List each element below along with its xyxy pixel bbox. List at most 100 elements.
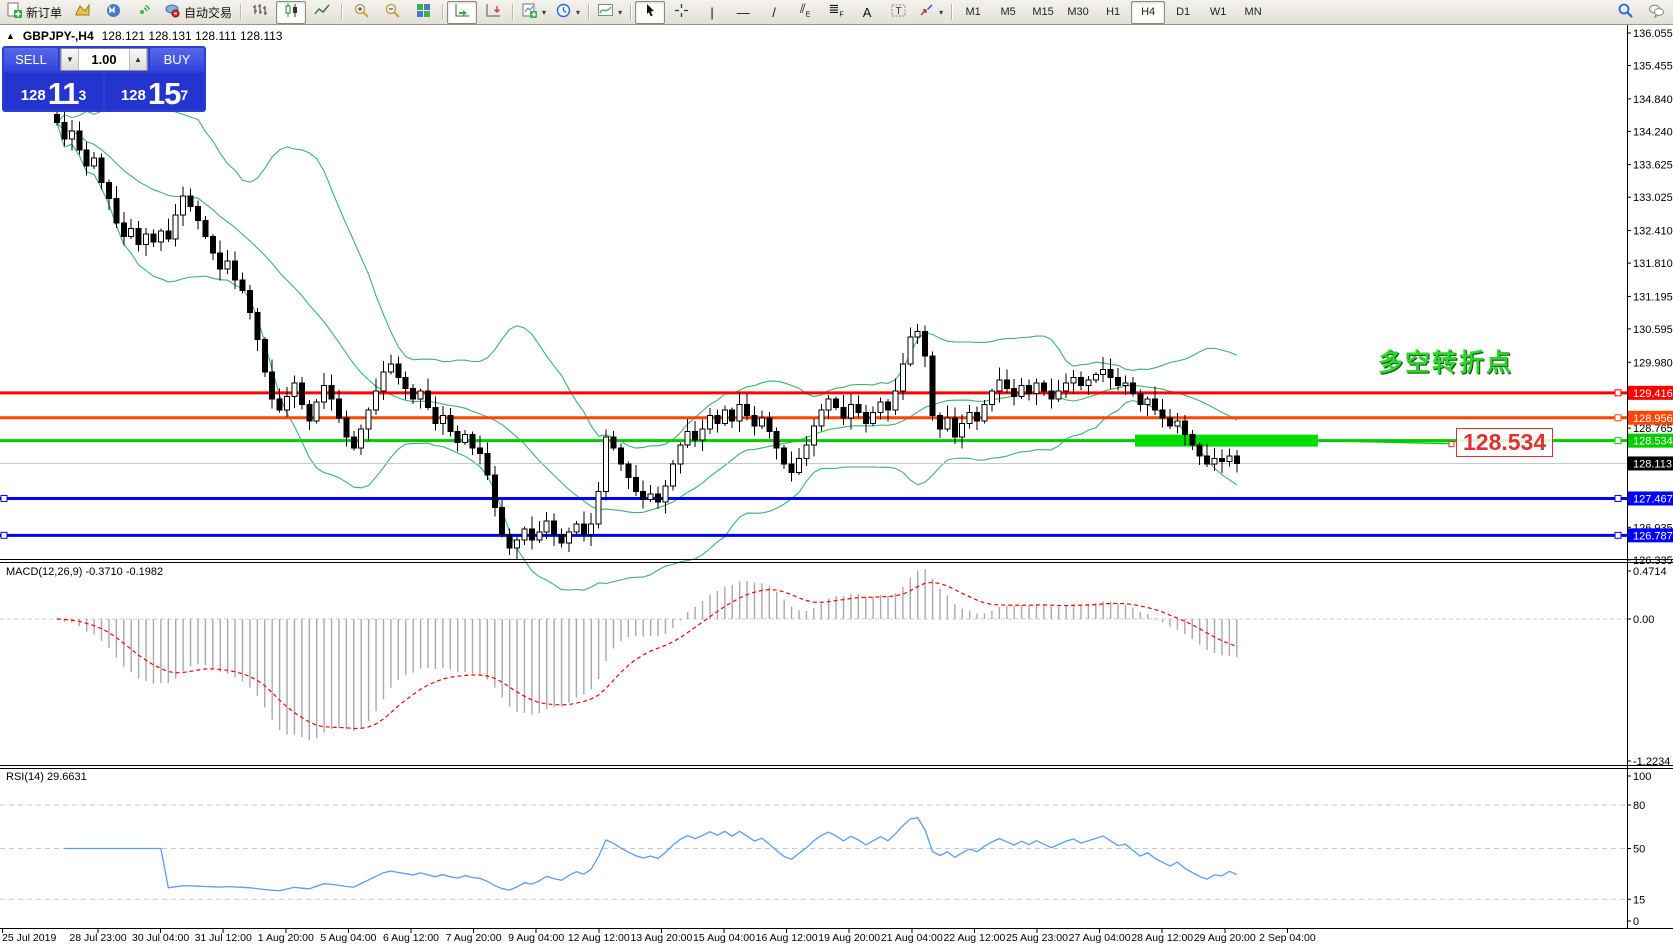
fibo-button[interactable]: ≣F xyxy=(821,1,851,24)
svg-text:80: 80 xyxy=(1633,800,1645,812)
candle xyxy=(270,372,275,399)
zoom-in-button[interactable] xyxy=(346,1,376,24)
line-handle[interactable] xyxy=(1615,438,1621,444)
timeframe-button-d1[interactable]: D1 xyxy=(1166,1,1200,24)
svg-text:133.025: 133.025 xyxy=(1633,192,1673,204)
sell-price[interactable]: 128113 xyxy=(4,73,103,110)
dropdown-arrow-icon: ▾ xyxy=(939,8,943,17)
line-handle[interactable] xyxy=(1,495,7,501)
trendline-button[interactable]: / xyxy=(759,1,789,24)
candlestick-button[interactable] xyxy=(276,1,306,24)
channel-button[interactable]: ⫽E xyxy=(790,1,820,24)
line-handle[interactable] xyxy=(1615,390,1621,396)
candle xyxy=(960,424,965,438)
label-button[interactable]: T xyxy=(883,1,913,24)
chat-button[interactable] xyxy=(1641,1,1671,24)
crosshair-button[interactable] xyxy=(666,1,696,24)
tile-windows-button[interactable] xyxy=(408,1,438,24)
svg-text:30 Jul 04:00: 30 Jul 04:00 xyxy=(132,932,189,944)
timeframe-button-m1[interactable]: M1 xyxy=(956,1,990,24)
candle xyxy=(915,331,920,336)
buy-price-big: 15 xyxy=(148,79,180,109)
candle xyxy=(262,340,267,373)
autotrade-button[interactable]: 自动交易 xyxy=(160,1,236,24)
candle xyxy=(1234,456,1239,463)
chart-apply-button[interactable] xyxy=(67,1,97,24)
buy-price-sup: 7 xyxy=(180,87,188,103)
text-button[interactable]: A xyxy=(852,1,882,24)
candle xyxy=(381,372,386,391)
candle xyxy=(670,464,675,486)
line-handle[interactable] xyxy=(1615,532,1621,538)
candle xyxy=(774,432,779,448)
candle xyxy=(1049,391,1054,399)
indicators-button[interactable]: ▾ xyxy=(593,1,626,24)
zoom-out-button[interactable] xyxy=(377,1,407,24)
auto-scroll-button[interactable] xyxy=(447,1,477,24)
line-chart-button[interactable] xyxy=(307,1,337,24)
svg-text:131.810: 131.810 xyxy=(1633,258,1673,270)
candle xyxy=(218,253,223,269)
bar-chart-button[interactable] xyxy=(245,1,275,24)
buy-price[interactable]: 128157 xyxy=(105,73,204,110)
dropdown-arrow-icon: ▾ xyxy=(542,8,546,17)
timeframe-button-mn[interactable]: MN xyxy=(1236,1,1270,24)
rsi-line xyxy=(64,818,1236,891)
cursor-button[interactable] xyxy=(635,1,665,24)
candle xyxy=(930,356,935,416)
candle xyxy=(544,521,549,532)
rsi-label: RSI(14) 29.6631 xyxy=(6,771,87,783)
profiles-button[interactable]: ▾ xyxy=(551,1,584,24)
candle xyxy=(989,391,994,405)
symbol-info-bar[interactable]: ▲ GBPJPY-,H4 128.121 128.131 128.111 128… xyxy=(6,29,282,43)
zoom-out-icon xyxy=(384,2,401,22)
candle xyxy=(344,418,349,437)
candle xyxy=(952,418,957,437)
svg-text:16 Aug 12:00: 16 Aug 12:00 xyxy=(756,932,818,944)
green-zone-bar[interactable] xyxy=(1135,435,1318,447)
candle xyxy=(285,396,290,410)
candle xyxy=(633,478,638,492)
new-chart-button[interactable]: ▾ xyxy=(517,1,550,24)
timeframe-button-m15[interactable]: M15 xyxy=(1026,1,1060,24)
bar-chart-icon xyxy=(252,2,269,22)
candle xyxy=(826,399,831,410)
volume-input[interactable] xyxy=(79,49,129,70)
buy-button[interactable]: BUY xyxy=(150,48,204,71)
ohlc-values: 128.121 128.131 128.111 128.113 xyxy=(102,29,283,43)
vline-button[interactable]: | xyxy=(697,1,727,24)
search-button[interactable] xyxy=(1610,1,1640,24)
svg-text:31 Jul 12:00: 31 Jul 12:00 xyxy=(195,932,252,944)
timeframe-button-m30[interactable]: M30 xyxy=(1061,1,1095,24)
new-order-button[interactable]: 新订单 xyxy=(2,1,66,24)
line-handle[interactable] xyxy=(1615,495,1621,501)
collapse-panel-icon[interactable]: ▲ xyxy=(6,31,15,41)
candle xyxy=(819,410,824,426)
signals-button[interactable] xyxy=(129,1,159,24)
volume-down-button[interactable]: ▼ xyxy=(61,49,79,70)
hline-button[interactable]: — xyxy=(728,1,758,24)
candle xyxy=(900,364,905,391)
candle xyxy=(552,521,557,535)
volume-up-button[interactable]: ▲ xyxy=(129,49,147,70)
timeframe-button-h4[interactable]: H4 xyxy=(1131,1,1165,24)
chart-shift-icon xyxy=(485,2,502,22)
line-handle[interactable] xyxy=(1,532,7,538)
arrows-button[interactable]: ▾ xyxy=(914,1,947,24)
candle xyxy=(1205,456,1210,464)
candle xyxy=(648,494,653,499)
sell-button[interactable]: SELL xyxy=(4,48,58,71)
candle xyxy=(581,524,586,535)
timeframe-button-w1[interactable]: W1 xyxy=(1201,1,1235,24)
svg-text:130.595: 130.595 xyxy=(1633,324,1673,336)
candle xyxy=(1182,421,1187,435)
metaquotes-button[interactable] xyxy=(98,1,128,24)
timeframe-button-m5[interactable]: M5 xyxy=(991,1,1025,24)
candle xyxy=(1175,421,1180,426)
candle xyxy=(240,280,245,291)
candle xyxy=(604,437,609,491)
timeframe-button-h1[interactable]: H1 xyxy=(1096,1,1130,24)
chart-shift-button[interactable] xyxy=(478,1,508,24)
signal-icon xyxy=(136,2,153,22)
line-handle[interactable] xyxy=(1615,415,1621,421)
